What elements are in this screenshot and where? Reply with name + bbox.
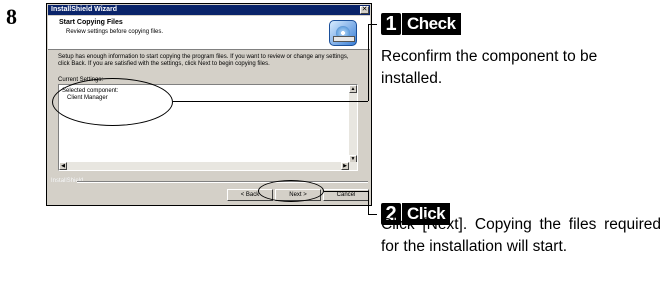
setup-disc-icon [329, 20, 357, 46]
separator-line [77, 181, 368, 183]
callout-1-text: Reconfirm the component to be installed. [381, 48, 598, 87]
header-subtitle: Review settings before copying files. [66, 29, 164, 35]
callout-1-number: 1 [381, 13, 401, 35]
window-title: InstallShield Wizard [51, 6, 118, 13]
scroll-left-icon[interactable]: ◀ [59, 162, 67, 170]
vertical-scrollbar[interactable]: ▲ ▼ [349, 85, 357, 163]
scroll-right-icon[interactable]: ▶ [341, 162, 349, 170]
component-highlight-ellipse [52, 78, 173, 126]
callout-1-connector [173, 101, 368, 102]
step-number: 8 [6, 4, 17, 29]
next-highlight-ellipse [258, 180, 324, 202]
close-button[interactable]: ✕ [360, 6, 369, 14]
callout-1-connector-top [368, 24, 377, 25]
callout-2-connector [324, 191, 368, 192]
callout-1-connector-vertical [368, 24, 369, 101]
callout-1-word: Check [402, 13, 461, 35]
callout-2-connector-vertical [368, 191, 369, 214]
scroll-up-icon[interactable]: ▲ [349, 85, 357, 93]
callout-2-text: Click [Next]. Copying the files required… [381, 216, 661, 255]
instructions-text: Setup has enough information to start co… [58, 54, 349, 67]
horizontal-scrollbar[interactable]: ◀ ▶ [59, 162, 357, 170]
header-title: Start Copying Files [59, 19, 123, 26]
callout-2-connector-bottom [368, 214, 377, 215]
dialog-header: Start Copying Files Review settings befo… [48, 16, 370, 50]
title-bar: InstallShield Wizard ✕ [48, 5, 370, 15]
